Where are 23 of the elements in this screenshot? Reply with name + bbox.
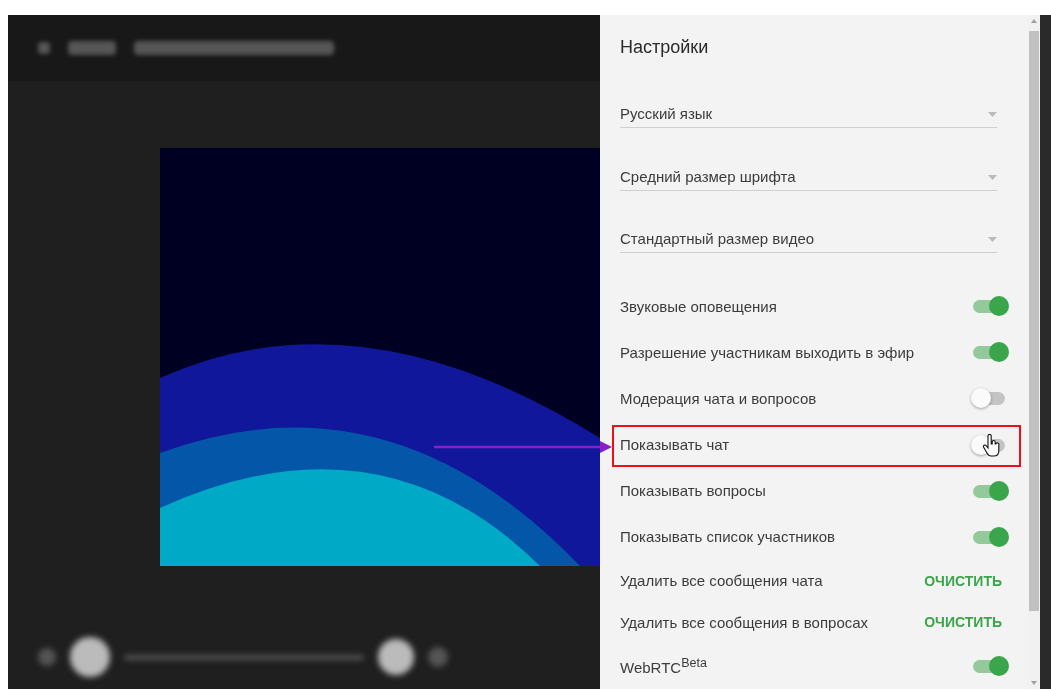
dropdown-caret-icon	[988, 237, 997, 243]
toggle-switch[interactable]	[971, 295, 1009, 318]
settings-title: Настройки	[620, 36, 710, 59]
dropdown-caret-icon	[988, 174, 997, 180]
toggle-switch[interactable]	[971, 526, 1009, 548]
setting-label: Показывать чат	[620, 436, 731, 454]
dropdown-caret-icon	[988, 112, 997, 118]
setting-label: WebRTC$^{Beta}$	[620, 655, 708, 676]
setting-label: Удалить все сообщения чата	[620, 572, 824, 590]
setting-label: Показывать список участников	[620, 528, 836, 546]
scrollbar[interactable]	[1028, 15, 1040, 689]
dropdown-field[interactable]: Стандартный размер видео	[620, 190, 997, 253]
setting-label: Разрешение участникам выходить в эфир	[620, 343, 916, 361]
toggle-switch[interactable]	[971, 341, 1009, 364]
dropdown-field[interactable]: Русский язык	[620, 65, 997, 128]
setting-label: Модерация чата и вопросов	[620, 389, 818, 407]
toggle-switch[interactable]	[971, 479, 1009, 502]
hand-cursor-icon	[982, 433, 1000, 458]
setting-label: Звуковые оповещения	[620, 297, 778, 315]
setting-label: Удалить все сообщения в вопросах	[620, 613, 870, 631]
dropdown-field[interactable]: Средний размер шрифта	[620, 128, 997, 190]
toggle-switch[interactable]	[971, 654, 1009, 677]
setting-label: Показывать вопросы	[620, 482, 767, 500]
